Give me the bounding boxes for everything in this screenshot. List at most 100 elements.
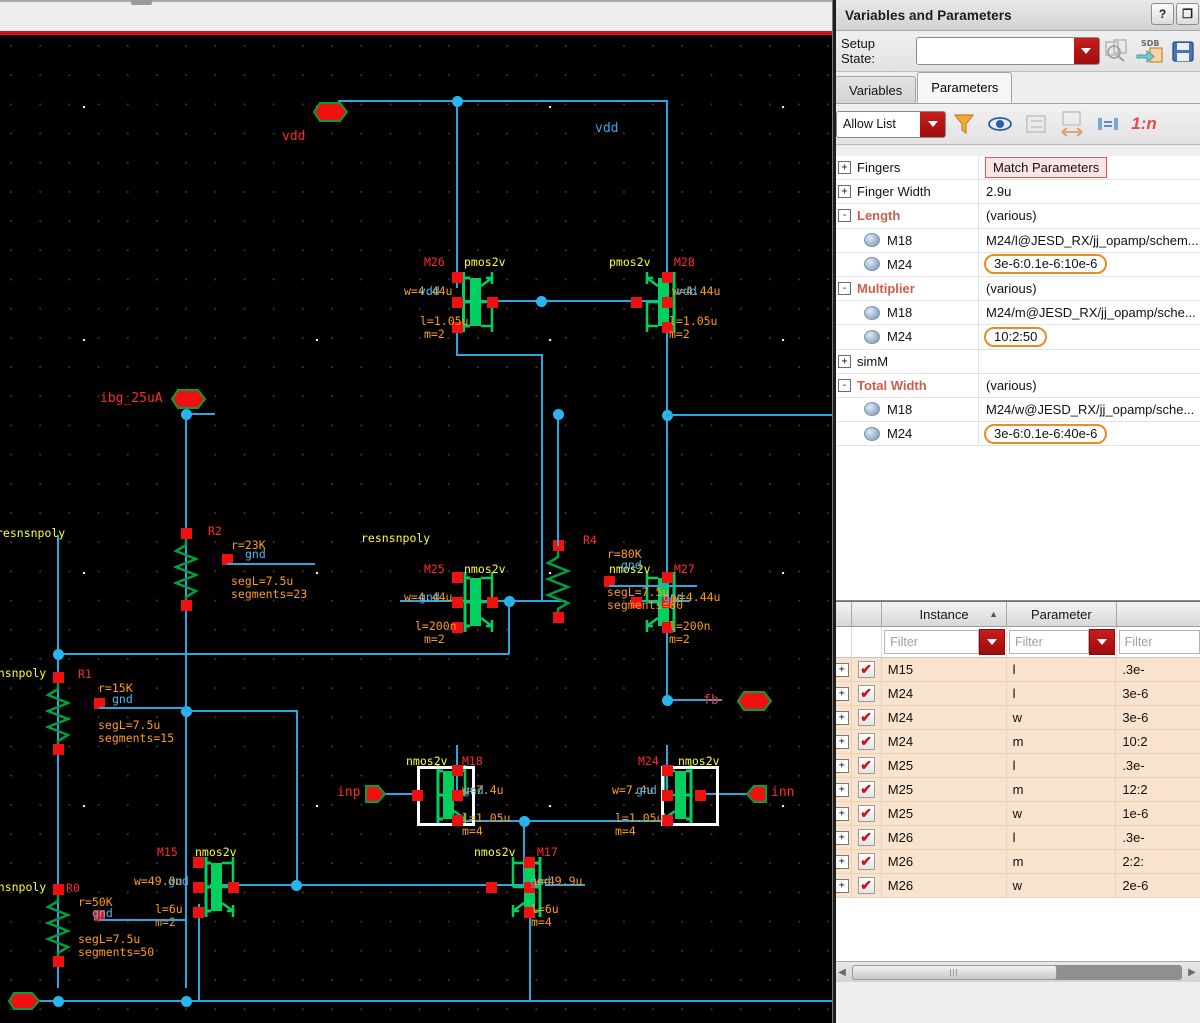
expand-plus-icon[interactable]: + xyxy=(834,854,849,869)
expand-plus-icon[interactable]: + xyxy=(834,758,849,773)
filter-input-parameter[interactable]: Filter xyxy=(1008,630,1089,654)
wire-bias-rail[interactable] xyxy=(57,653,509,655)
wire-vdd-rail[interactable] xyxy=(338,100,667,102)
collapse-minus-icon[interactable]: - xyxy=(838,209,851,223)
tree-cell-value[interactable]: (various) xyxy=(979,374,1200,397)
wire-gnd-rail[interactable] xyxy=(20,1000,832,1002)
filter-icon[interactable] xyxy=(946,107,982,141)
wire-r2-gnd[interactable] xyxy=(227,563,315,565)
row-checkbox-cell[interactable]: ✔ xyxy=(852,778,882,801)
table-row[interactable]: + ✔ M24 m 10:2 xyxy=(833,730,1200,754)
grid-header-value[interactable] xyxy=(1117,602,1200,626)
scrollbar-track[interactable] xyxy=(852,964,1182,980)
filter-input-instance[interactable]: Filter xyxy=(884,630,979,654)
table-row[interactable]: + ✔ M15 l .3e- xyxy=(833,658,1200,682)
filter-dropdown-parameter[interactable] xyxy=(1088,629,1115,655)
row-checkbox-cell[interactable]: ✔ xyxy=(852,850,882,873)
ratio-icon[interactable]: 1:n xyxy=(1126,107,1162,141)
filter-cell-instance[interactable]: Filter xyxy=(882,627,1007,657)
row-checkbox[interactable]: ✔ xyxy=(857,709,875,726)
table-row[interactable]: + ✔ M25 w 1e-6 xyxy=(833,802,1200,826)
help-button[interactable]: ? xyxy=(1151,3,1174,25)
wire-r1-gnd[interactable] xyxy=(99,707,187,709)
highlighted-value[interactable]: 3e-6:0.1e-6:10e-6 xyxy=(984,254,1108,275)
expand-plus-icon[interactable]: + xyxy=(834,830,849,845)
wire-vdd-right-drop[interactable] xyxy=(666,100,668,288)
allow-list-combo[interactable]: Allow List xyxy=(836,110,946,138)
expand-plus-icon[interactable]: + xyxy=(834,710,849,725)
wire-r1-branch[interactable] xyxy=(185,710,297,712)
tree-row-total-width-m18[interactable]: M18 M24/w@JESD_RX/jj_opamp/sche... xyxy=(833,397,1200,423)
tree-row-multiplier[interactable]: - Multiplier (various) xyxy=(833,276,1200,302)
tree-cell-value[interactable]: 3e-6:0.1e-6:10e-6 xyxy=(979,253,1200,276)
table-row[interactable]: + ✔ M26 w 2e-6 xyxy=(833,874,1200,898)
parameters-data-grid[interactable]: Instance ▲ Parameter Filter Filter Filte… xyxy=(833,601,1200,982)
tree-cell-value[interactable] xyxy=(979,350,1200,373)
row-checkbox[interactable]: ✔ xyxy=(857,661,875,678)
row-checkbox[interactable]: ✔ xyxy=(857,757,875,774)
row-checkbox-cell[interactable]: ✔ xyxy=(852,658,882,681)
allow-list-value[interactable]: Allow List xyxy=(837,111,920,137)
equal-values-icon[interactable] xyxy=(1090,107,1126,141)
tree-cell-name[interactable]: - Length xyxy=(833,204,979,228)
filter-input-value[interactable]: Filter xyxy=(1118,630,1200,654)
tree-cell-name[interactable]: M24 xyxy=(833,422,979,446)
tree-row-length-m18[interactable]: M18 M24/l@JESD_RX/jj_opamp/schem... xyxy=(833,228,1200,253)
collapse-minus-icon[interactable]: - xyxy=(838,282,851,296)
table-row[interactable]: + ✔ M26 m 2:2: xyxy=(833,850,1200,874)
tree-row-multiplier-m18[interactable]: M18 M24/m@JESD_RX/jj_opamp/sche... xyxy=(833,301,1200,326)
grid-header-row[interactable]: Instance ▲ Parameter xyxy=(833,602,1200,627)
expand-plus-icon[interactable]: + xyxy=(838,354,851,368)
wire-mirror-link[interactable] xyxy=(541,354,543,600)
expand-plus-icon[interactable]: + xyxy=(834,734,849,749)
grid-header-parameter[interactable]: Parameter xyxy=(1007,602,1117,626)
wire-r1-down[interactable] xyxy=(296,710,298,885)
collapse-minus-icon[interactable]: - xyxy=(838,378,851,392)
grid-horizontal-scrollbar[interactable]: ◀ ▶ xyxy=(833,961,1200,982)
wire-r4-top[interactable] xyxy=(557,413,559,546)
row-checkbox-cell[interactable]: ✔ xyxy=(852,802,882,825)
expand-columns-icon[interactable] xyxy=(1054,107,1090,141)
expand-plus-icon[interactable]: + xyxy=(834,686,849,701)
row-checkbox[interactable]: ✔ xyxy=(857,877,875,894)
tree-cell-value[interactable]: 3e-6:0.1e-6:40e-6 xyxy=(979,422,1200,445)
table-row[interactable]: + ✔ M24 l 3e-6 xyxy=(833,682,1200,706)
row-checkbox[interactable]: ✔ xyxy=(857,853,875,870)
highlighted-value[interactable]: 10:2:50 xyxy=(984,326,1048,347)
tree-cell-name[interactable]: M18 xyxy=(833,228,979,252)
wire-vdd-left-drop[interactable] xyxy=(456,100,458,288)
inspect-setup-icon[interactable] xyxy=(1103,36,1132,66)
tree-row-length-m24[interactable]: M24 3e-6:0.1e-6:10e-6 xyxy=(833,252,1200,277)
visibility-eye-icon[interactable] xyxy=(982,107,1018,141)
tree-cell-name[interactable]: + Finger Width xyxy=(833,180,979,204)
parameters-tree[interactable]: Match Parameters + Fingers 6 + Finger Wi… xyxy=(833,156,1200,601)
wire-r2-top[interactable] xyxy=(185,413,187,543)
row-checkbox-cell[interactable]: ✔ xyxy=(852,754,882,777)
grid-header-instance[interactable]: Instance ▲ xyxy=(882,602,1007,626)
filter-cell-parameter[interactable]: Filter xyxy=(1007,627,1117,657)
tree-cell-name[interactable]: + simM xyxy=(833,349,979,373)
net-terminal-ibg[interactable] xyxy=(170,388,207,415)
row-checkbox-cell[interactable]: ✔ xyxy=(852,706,882,729)
net-terminal-fb[interactable] xyxy=(736,690,773,717)
parameters-toolbar[interactable]: Allow List 1:n xyxy=(833,104,1200,145)
panel-tabs[interactable]: Variables Parameters xyxy=(833,72,1200,104)
tree-cell-value[interactable]: 2.9u xyxy=(979,180,1200,203)
tree-cell-value[interactable]: (various) xyxy=(979,277,1200,300)
wire-right-branch[interactable] xyxy=(666,323,668,700)
row-checkbox-cell[interactable]: ✔ xyxy=(852,874,882,897)
tree-cell-name[interactable]: - Total Width xyxy=(833,373,979,397)
table-row[interactable]: + ✔ M25 m 12:2 xyxy=(833,778,1200,802)
net-terminal-vdd[interactable] xyxy=(312,101,349,128)
tree-cell-value[interactable]: M24/l@JESD_RX/jj_opamp/schem... xyxy=(979,229,1200,252)
scroll-right-icon[interactable]: ▶ xyxy=(1183,963,1200,981)
restore-window-button[interactable]: ❐ xyxy=(1176,3,1199,25)
canvas-drag-grabber[interactable] xyxy=(131,0,152,5)
tree-row-simm[interactable]: + simM xyxy=(833,349,1200,374)
tab-parameters[interactable]: Parameters xyxy=(917,72,1013,103)
tree-cell-name[interactable]: M18 xyxy=(833,301,979,325)
variables-and-parameters-panel[interactable]: Variables and Parameters ? ❐ Setup State… xyxy=(832,0,1200,1023)
net-terminal-gnd-left[interactable] xyxy=(7,991,41,1016)
row-checkbox[interactable]: ✔ xyxy=(857,685,875,702)
tree-row-total-width[interactable]: - Total Width (various) xyxy=(833,373,1200,398)
